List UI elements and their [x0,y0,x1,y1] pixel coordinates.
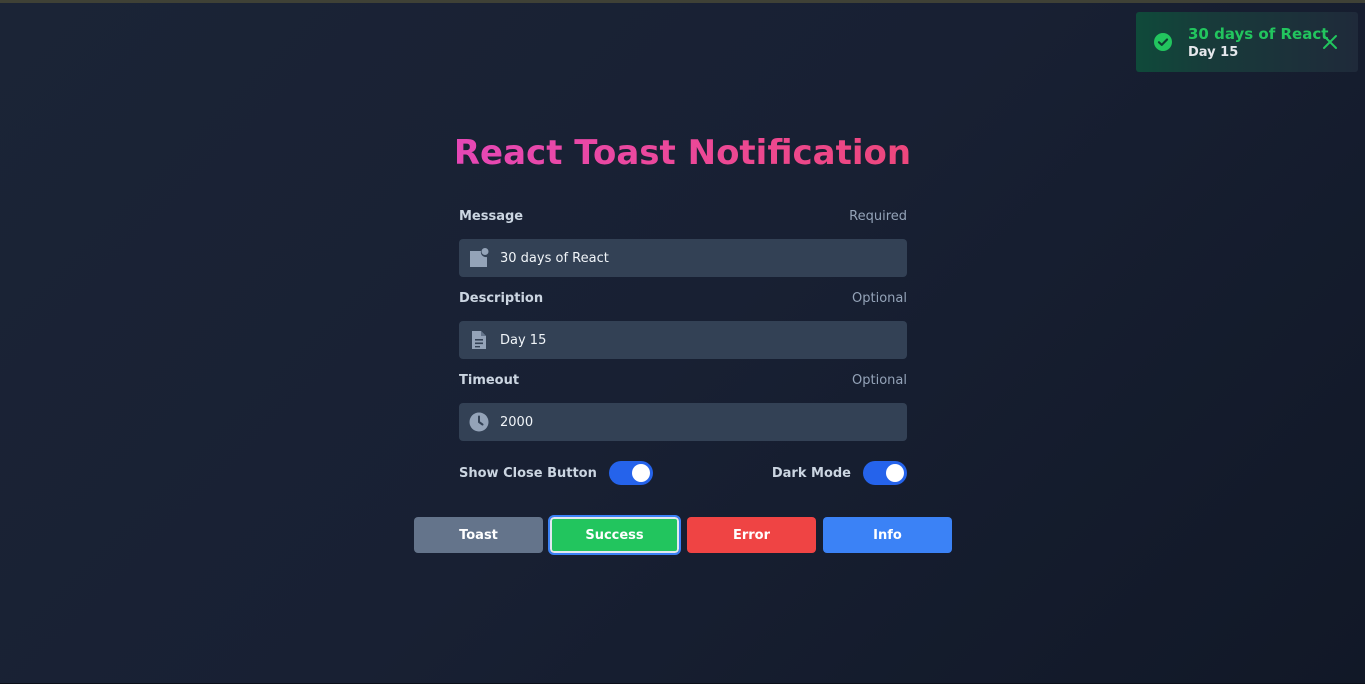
description-hint: Optional [852,290,907,306]
message-field-header: Message Required [459,205,907,227]
window-top-border [0,0,1365,3]
description-field[interactable] [459,321,907,359]
show-close-button-toggle-group: Show Close Button [459,459,653,487]
clock-icon [469,412,489,432]
toast-type-buttons: Toast Success Error Info [414,515,952,555]
timeout-field-header: Timeout Optional [459,369,907,391]
timeout-hint: Optional [852,372,907,388]
timeout-label: Timeout [459,372,520,388]
show-close-button-switch[interactable] [608,461,653,485]
switch-knob [631,464,650,482]
toast-description: Day 15 [1188,45,1239,60]
switch-knob [886,464,904,482]
toast-title: 30 days of React [1188,25,1329,43]
document-icon [472,331,486,349]
description-label: Description [459,290,544,306]
message-input[interactable] [500,239,895,277]
message-label: Message [459,208,524,224]
timeout-input[interactable] [500,403,895,441]
dark-mode-label: Dark Mode [771,465,851,481]
toast-notification: 30 days of React Day 15 [1136,12,1358,72]
toggle-row: Show Close Button Dark Mode [459,459,907,487]
message-hint: Required [849,208,907,224]
dark-mode-toggle-group: Dark Mode [772,459,907,487]
page-title: React Toast Notification [0,133,1365,173]
toast-form: Message Required Description Optional Ti… [459,205,907,451]
check-circle-icon [1154,33,1172,51]
dark-mode-switch[interactable] [863,461,907,485]
success-button[interactable]: Success [548,515,681,555]
toast-button[interactable]: Toast [414,517,543,553]
message-icon [470,248,489,267]
close-icon[interactable] [1322,34,1338,50]
message-field[interactable] [459,239,907,277]
info-button[interactable]: Info [823,517,952,553]
description-field-header: Description Optional [459,287,907,309]
error-button[interactable]: Error [687,517,816,553]
timeout-field[interactable] [459,403,907,441]
show-close-button-label: Show Close Button [459,465,597,481]
description-input[interactable] [500,321,895,359]
